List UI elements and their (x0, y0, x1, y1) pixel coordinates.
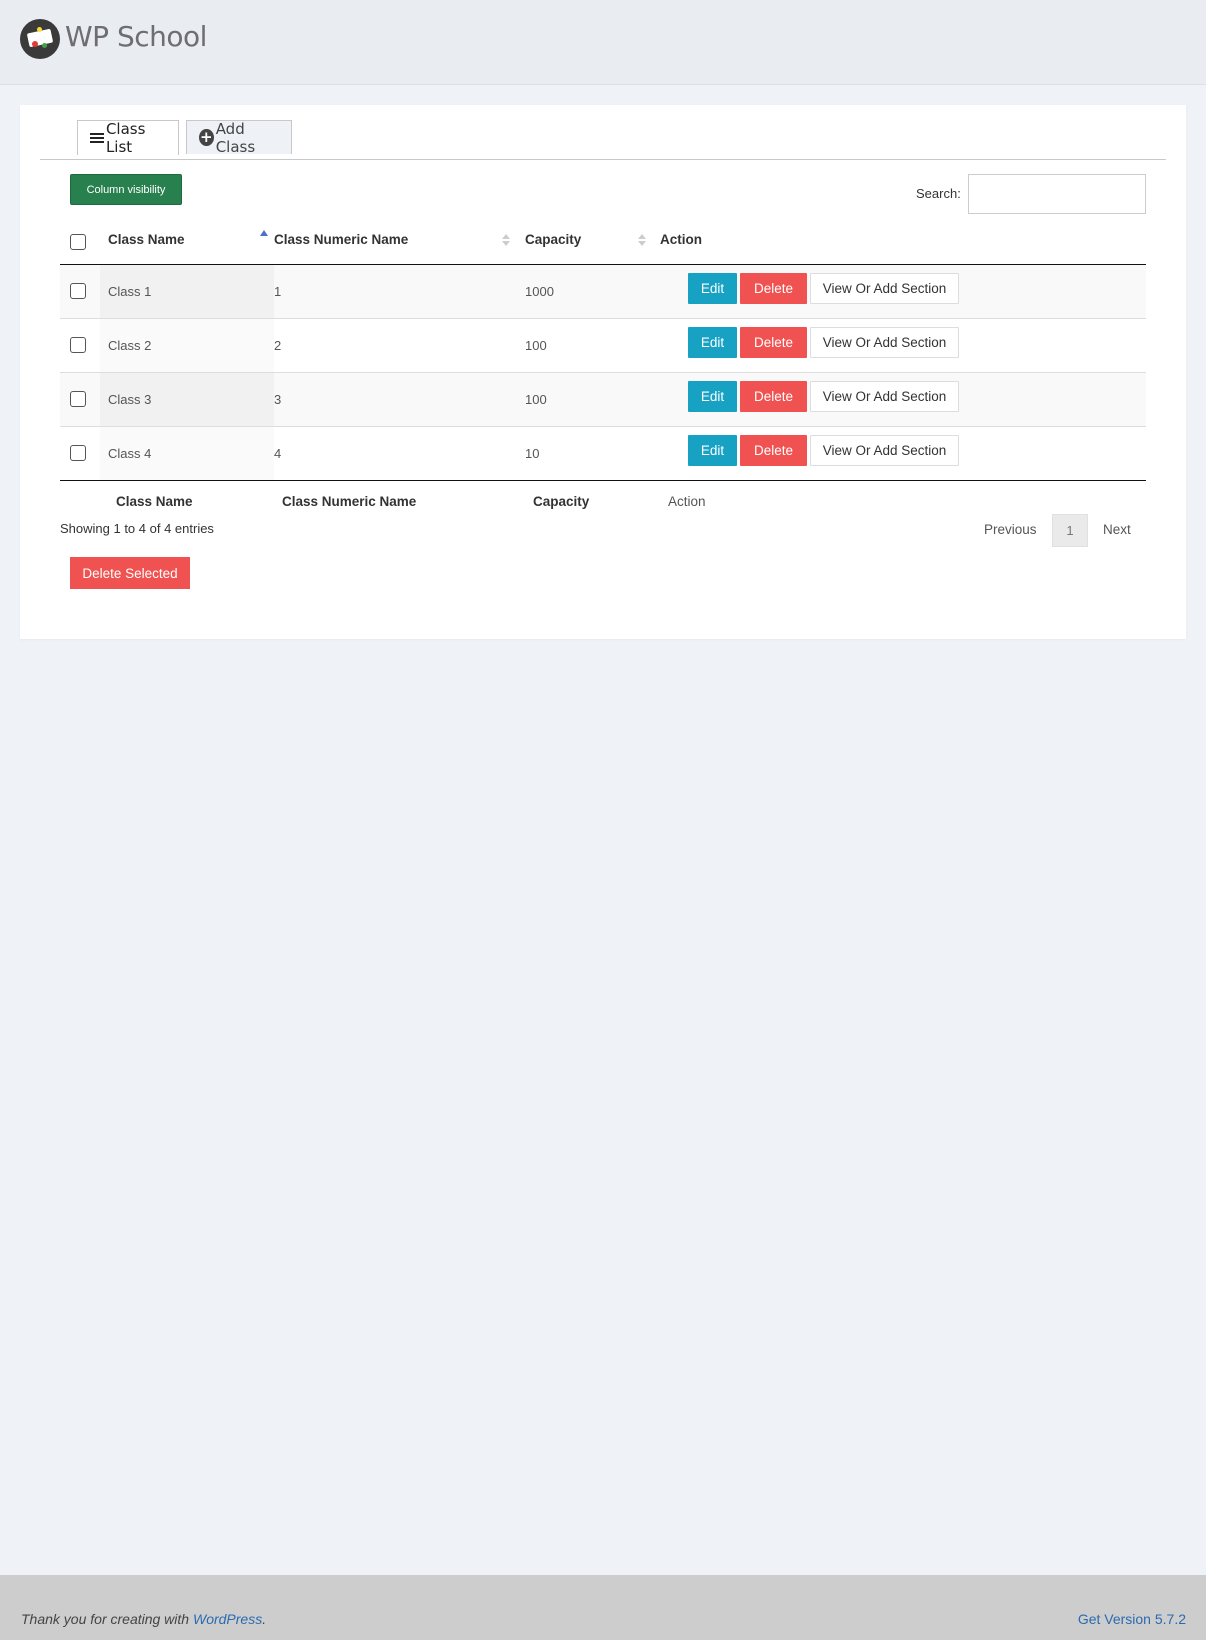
footer-thanks-suffix: . (262, 1611, 267, 1627)
footer-class-name: Class Name (116, 494, 193, 509)
table-footer: Class Name Class Numeric Name Capacity A… (60, 481, 1146, 521)
footer-action: Action (668, 494, 706, 509)
wordpress-link[interactable]: WordPress (193, 1611, 262, 1627)
select-all-checkbox[interactable] (70, 234, 86, 250)
table-row: Class 2 2 100 Edit Delete View Or Add Se… (60, 319, 1146, 373)
class-name-cell: Class 1 (108, 284, 152, 299)
footer-class-numeric-name: Class Numeric Name (282, 494, 417, 509)
tab-add-class-label: Add Class (215, 119, 256, 156)
pagination-page-1[interactable]: 1 (1052, 514, 1088, 547)
delete-button[interactable]: Delete (740, 435, 807, 466)
sort-icon (502, 234, 510, 248)
list-icon (90, 132, 104, 144)
table-header: Class Name Class Numeric Name Capacity A… (60, 217, 1146, 265)
capacity-cell: 10 (525, 446, 540, 461)
delete-selected-button[interactable]: Delete Selected (70, 557, 190, 589)
class-numeric-cell: 1 (274, 284, 282, 299)
edit-button[interactable]: Edit (688, 327, 737, 358)
tab-class-list-label: Class List (105, 120, 146, 156)
table-row: Class 4 4 10 Edit Delete View Or Add Sec… (60, 427, 1146, 481)
tab-add-class[interactable]: + Add Class (186, 119, 292, 156)
view-or-add-section-button[interactable]: View Or Add Section (810, 273, 959, 304)
header-action: Action (660, 232, 702, 247)
sort-icon (638, 234, 646, 248)
footer-thanks: Thank you for creating with WordPress. (21, 1611, 266, 1627)
table-row: Class 1 1 1000 Edit Delete View Or Add S… (60, 265, 1146, 319)
capacity-cell: 100 (525, 338, 547, 353)
class-numeric-cell: 3 (274, 392, 282, 407)
class-name-cell: Class 3 (108, 392, 152, 407)
row-checkbox[interactable] (70, 283, 86, 299)
class-numeric-cell: 2 (274, 338, 282, 353)
delete-button[interactable]: Delete (740, 273, 807, 304)
footer-capacity: Capacity (533, 494, 590, 509)
edit-button[interactable]: Edit (688, 273, 737, 304)
view-or-add-section-button[interactable]: View Or Add Section (810, 435, 959, 466)
class-numeric-cell: 4 (274, 446, 282, 461)
class-name-cell: Class 4 (108, 446, 152, 461)
search-label: Search: (916, 186, 961, 201)
view-or-add-section-button[interactable]: View Or Add Section (810, 327, 959, 358)
capacity-cell: 100 (525, 392, 547, 407)
header-class-numeric-name[interactable]: Class Numeric Name (274, 232, 408, 247)
view-or-add-section-button[interactable]: View Or Add Section (810, 381, 959, 412)
table-info: Showing 1 to 4 of 4 entries (60, 521, 214, 536)
header-class-name[interactable]: Class Name (108, 232, 185, 247)
admin-footer: Thank you for creating with WordPress. G… (0, 1575, 1206, 1640)
footer-thanks-prefix: Thank you for creating with (21, 1611, 193, 1627)
plus-circle-icon: + (199, 128, 214, 146)
class-list-panel: Class List + Add Class Column visibility… (20, 105, 1186, 639)
top-bar: WP School (0, 0, 1206, 85)
tab-bar: Class List + Add Class (40, 120, 1166, 160)
table-row: Class 3 3 100 Edit Delete View Or Add Se… (60, 373, 1146, 427)
delete-button[interactable]: Delete (740, 327, 807, 358)
pagination-next[interactable]: Next (1103, 522, 1131, 537)
search-input[interactable] (968, 174, 1146, 214)
edit-button[interactable]: Edit (688, 435, 737, 466)
header-capacity[interactable]: Capacity (525, 232, 581, 247)
class-name-cell: Class 2 (108, 338, 152, 353)
row-checkbox[interactable] (70, 391, 86, 407)
tab-class-list[interactable]: Class List (77, 120, 179, 156)
row-checkbox[interactable] (70, 445, 86, 461)
get-version-link[interactable]: Get Version 5.7.2 (1078, 1611, 1186, 1627)
row-checkbox[interactable] (70, 337, 86, 353)
column-visibility-button[interactable]: Column visibility (70, 174, 182, 205)
delete-button[interactable]: Delete (740, 381, 807, 412)
brand-title[interactable]: WP School (65, 20, 207, 53)
school-logo-icon[interactable] (20, 19, 60, 59)
class-table: Class Name Class Numeric Name Capacity A… (60, 217, 1146, 521)
sort-asc-icon (260, 230, 268, 236)
edit-button[interactable]: Edit (688, 381, 737, 412)
capacity-cell: 1000 (525, 284, 554, 299)
pagination-previous[interactable]: Previous (984, 522, 1037, 537)
